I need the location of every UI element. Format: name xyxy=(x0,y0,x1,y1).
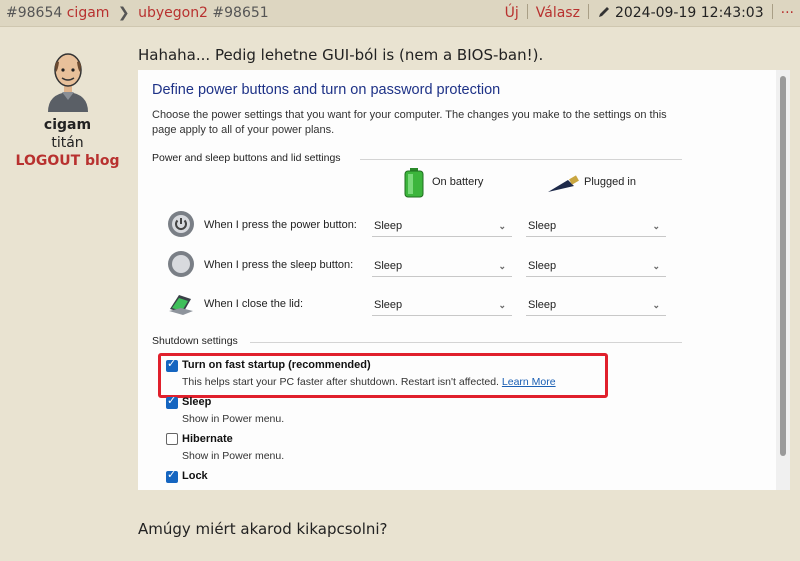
sleep-button-icon xyxy=(167,250,195,278)
fast-startup-label[interactable]: Turn on fast startup (recommended) xyxy=(182,359,371,371)
post-timestamp: 2024-09-19 12:43:03 xyxy=(614,5,764,21)
power-button-icon xyxy=(167,210,195,238)
sleep-option-label[interactable]: Sleep xyxy=(182,396,211,408)
close-lid-plugged-select[interactable]: Sleep ⌄ xyxy=(526,295,666,316)
learn-more-link[interactable]: Learn More xyxy=(502,376,556,388)
post-header-left: #98654 cigam ❯ ubyegon2 #98651 xyxy=(6,0,269,26)
author-rank: titán xyxy=(51,135,84,151)
embedded-screenshot: Define power buttons and turn on passwor… xyxy=(138,70,790,490)
sleep-option-description: Show in Power menu. xyxy=(182,413,285,425)
fast-startup-checkbox[interactable] xyxy=(166,357,178,372)
row-label-power-button: When I press the power button: xyxy=(204,219,357,231)
hibernate-option-label[interactable]: Hibernate xyxy=(182,433,233,445)
chevron-right-icon: ❯ xyxy=(117,5,130,21)
post-header-right: Új Válasz 2024-09-19 12:43:03 ··· xyxy=(505,0,794,28)
post-text-followup: Amúgy miért akarod kikapcsolni? xyxy=(138,520,388,538)
divider xyxy=(360,159,682,160)
reply-to-user-link[interactable]: ubyegon2 xyxy=(138,5,208,21)
lock-option-label[interactable]: Lock xyxy=(182,470,208,482)
divider xyxy=(526,4,528,19)
screenshot-description: Choose the power settings that you want … xyxy=(152,109,667,136)
plug-icon xyxy=(546,174,582,197)
row-label-sleep-button: When I press the sleep button: xyxy=(204,259,354,271)
post-header: #98654 cigam ❯ ubyegon2 #98651 Új Válasz 2… xyxy=(0,0,800,27)
reply-to-post-link[interactable]: #98651 xyxy=(212,5,268,21)
divider xyxy=(250,342,682,343)
avatar[interactable] xyxy=(44,50,92,112)
screenshot-title: Define power buttons and turn on passwor… xyxy=(152,82,501,98)
laptop-lid-icon xyxy=(167,289,195,317)
hibernate-option-description: Show in Power menu. xyxy=(182,450,285,462)
divider xyxy=(771,4,773,19)
sleep-button-plugged-select[interactable]: Sleep ⌄ xyxy=(526,256,666,277)
pencil-icon xyxy=(597,2,611,28)
close-lid-battery-select[interactable]: Sleep ⌄ xyxy=(372,295,512,316)
lock-checkbox[interactable] xyxy=(166,468,178,483)
power-button-battery-select[interactable]: Sleep ⌄ xyxy=(372,216,512,237)
scrollbar[interactable] xyxy=(776,70,790,490)
scrollbar-thumb[interactable] xyxy=(780,76,786,456)
chevron-down-icon: ⌄ xyxy=(652,221,660,231)
col-plugged-in: Plugged in xyxy=(584,176,636,188)
new-post-button[interactable]: Új xyxy=(505,5,519,21)
more-menu-button[interactable]: ··· xyxy=(781,5,794,21)
post-text: Hahaha... Pedig lehetne GUI-ból is (nem … xyxy=(138,46,544,64)
power-button-plugged-select[interactable]: Sleep ⌄ xyxy=(526,216,666,237)
chevron-down-icon: ⌄ xyxy=(498,261,506,271)
col-on-battery: On battery xyxy=(432,176,484,188)
hibernate-checkbox[interactable] xyxy=(166,433,178,445)
author-link[interactable]: cigam xyxy=(67,5,110,21)
sleep-button-battery-select[interactable]: Sleep ⌄ xyxy=(372,256,512,277)
fast-startup-description: This helps start your PC faster after sh… xyxy=(182,376,556,388)
chevron-down-icon: ⌄ xyxy=(498,221,506,231)
battery-icon xyxy=(402,168,426,201)
sleep-checkbox[interactable] xyxy=(166,394,178,409)
author-name[interactable]: cigam xyxy=(0,117,135,133)
group-power-buttons: Power and sleep buttons and lid settings xyxy=(152,152,341,164)
chevron-down-icon: ⌄ xyxy=(498,300,506,310)
reply-button[interactable]: Válasz xyxy=(536,5,580,21)
group-shutdown-settings: Shutdown settings xyxy=(152,335,238,347)
chevron-down-icon: ⌄ xyxy=(652,261,660,271)
row-label-close-lid: When I close the lid: xyxy=(204,298,304,310)
divider xyxy=(587,4,589,19)
author-blog-link[interactable]: LOGOUT blog xyxy=(0,153,135,169)
chevron-down-icon: ⌄ xyxy=(652,300,660,310)
post-id-link[interactable]: #98654 xyxy=(6,5,62,21)
